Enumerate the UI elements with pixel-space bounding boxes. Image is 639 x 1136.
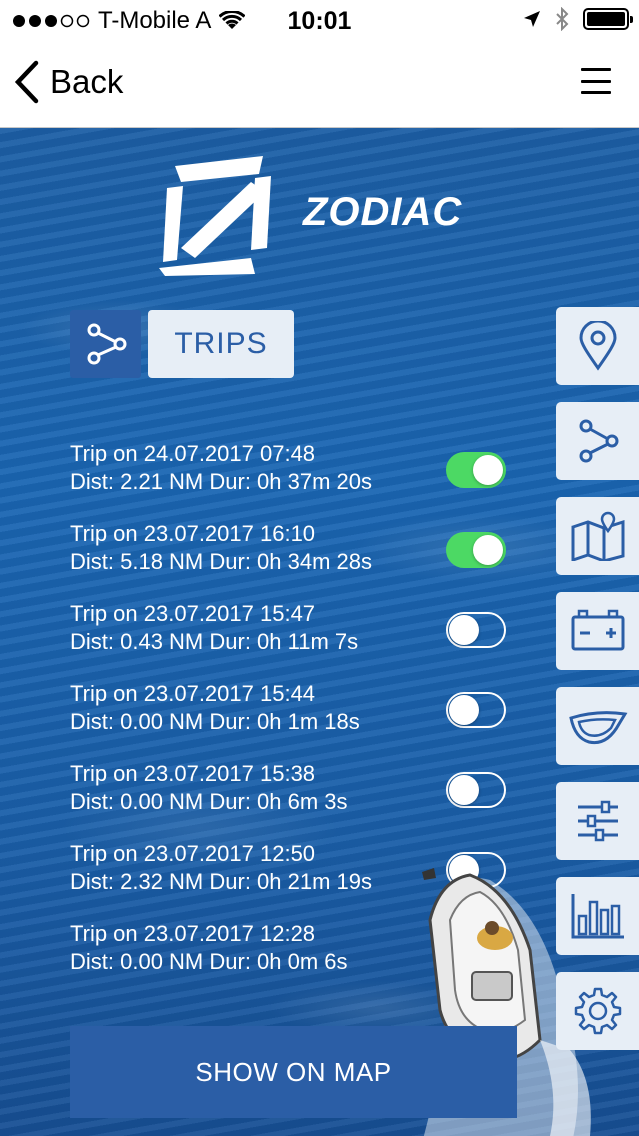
brand-name: ZODIAC bbox=[303, 190, 463, 234]
trip-visibility-toggle[interactable] bbox=[446, 772, 506, 808]
map-icon bbox=[571, 511, 624, 561]
trip-row[interactable]: Trip on 23.07.2017 15:38 Dist: 0.00 NM Du… bbox=[70, 760, 520, 840]
trip-visibility-toggle[interactable] bbox=[446, 532, 506, 568]
side-menu-settings-sliders[interactable] bbox=[556, 782, 639, 860]
side-menu-battery[interactable] bbox=[556, 592, 639, 670]
trips-title[interactable]: TRIPS bbox=[148, 310, 294, 378]
location-pin-icon bbox=[578, 321, 617, 371]
zodiac-emblem-icon bbox=[159, 156, 271, 276]
bluetooth-icon bbox=[556, 7, 569, 31]
side-menu bbox=[556, 307, 639, 1067]
back-button[interactable]: Back bbox=[14, 60, 123, 104]
show-on-map-button[interactable]: SHOW ON MAP bbox=[70, 1026, 517, 1118]
bar-chart-icon bbox=[571, 894, 624, 939]
chevron-left-icon bbox=[14, 60, 39, 104]
trip-row[interactable]: Trip on 24.07.2017 07:48 Dist: 2.21 NM Du… bbox=[70, 440, 520, 520]
trip-visibility-toggle[interactable] bbox=[446, 612, 506, 648]
trip-visibility-toggle[interactable] bbox=[446, 452, 506, 488]
boat-icon bbox=[568, 711, 627, 745]
zodiac-logo: ZODIAC bbox=[155, 148, 485, 278]
side-menu-boat[interactable] bbox=[556, 687, 639, 765]
toggle-knob bbox=[449, 615, 479, 645]
hamburger-menu-icon[interactable] bbox=[581, 68, 611, 94]
side-menu-statistics[interactable] bbox=[556, 877, 639, 955]
trip-visibility-toggle[interactable] bbox=[446, 692, 506, 728]
sliders-icon bbox=[577, 800, 618, 842]
side-menu-trips[interactable] bbox=[556, 402, 639, 480]
status-bar: T-Mobile A 10:01 bbox=[0, 0, 639, 42]
battery-icon bbox=[571, 609, 624, 651]
battery-icon bbox=[583, 8, 633, 30]
toggle-knob bbox=[449, 775, 479, 805]
toggle-knob bbox=[449, 695, 479, 725]
toggle-knob bbox=[473, 455, 503, 485]
gear-icon bbox=[574, 987, 621, 1035]
toggle-knob bbox=[473, 535, 503, 565]
back-label: Back bbox=[50, 63, 124, 100]
trip-row[interactable]: Trip on 23.07.2017 15:47 Dist: 0.43 NM Du… bbox=[70, 600, 520, 680]
trips-icon-button[interactable] bbox=[70, 310, 141, 378]
trip-row[interactable]: Trip on 23.07.2017 16:10 Dist: 5.18 NM Du… bbox=[70, 520, 520, 600]
route-icon bbox=[579, 419, 618, 463]
location-arrow-icon bbox=[524, 11, 540, 27]
status-indicators bbox=[523, 7, 633, 31]
side-menu-settings[interactable] bbox=[556, 972, 639, 1050]
navigation-bar: Back bbox=[0, 42, 639, 128]
route-icon bbox=[87, 323, 126, 365]
side-menu-location[interactable] bbox=[556, 307, 639, 385]
trip-row[interactable]: Trip on 23.07.2017 15:44 Dist: 0.00 NM Du… bbox=[70, 680, 520, 760]
side-menu-map[interactable] bbox=[556, 497, 639, 575]
